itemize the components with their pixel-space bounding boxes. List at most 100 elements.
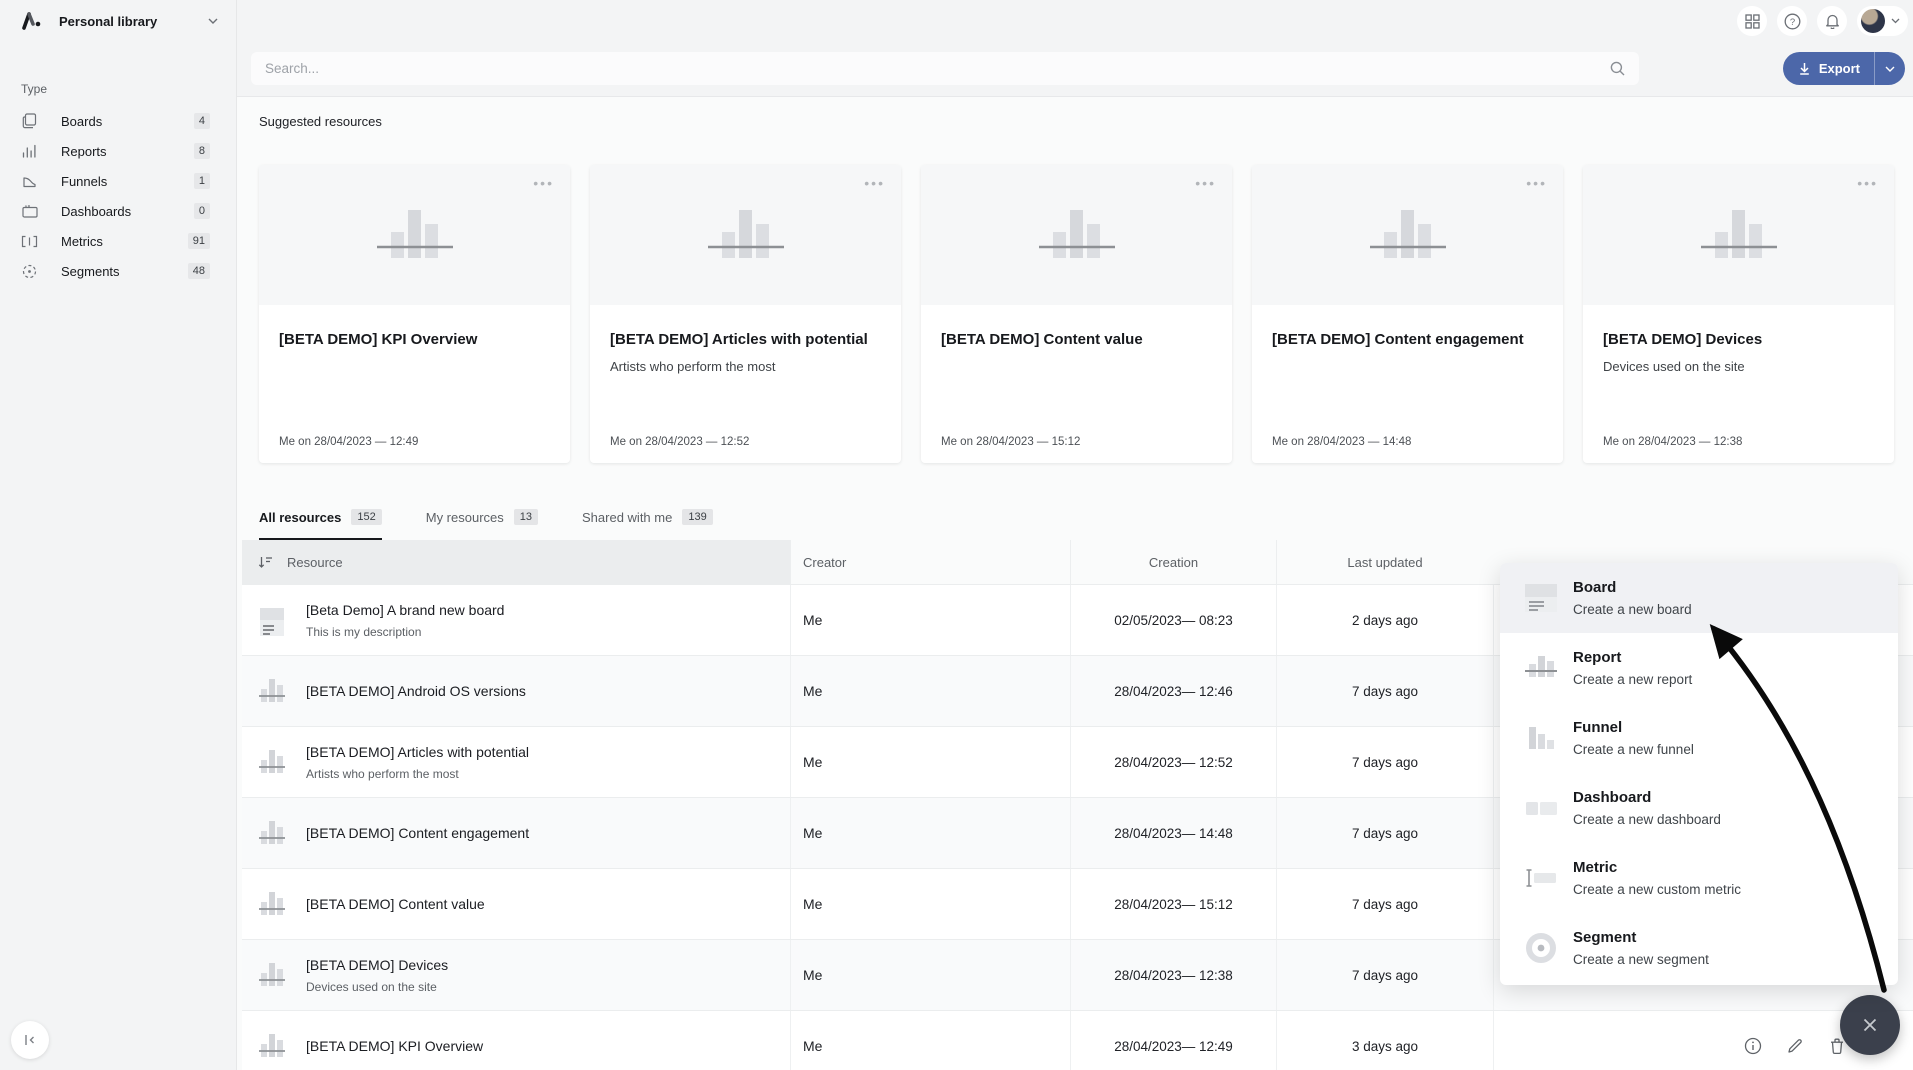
sidebar-item-funnels[interactable]: Funnels 1 — [0, 166, 236, 196]
row-title: [Beta Demo] A brand new board — [306, 602, 504, 618]
menu-item-label: Segment — [1573, 929, 1709, 946]
cell-creation: 28/04/2023— 12:46 — [1070, 656, 1276, 726]
sidebar-item-label: Metrics — [61, 234, 103, 249]
tab-label: My resources — [426, 510, 504, 525]
sidebar-item-label: Reports — [61, 144, 107, 159]
sidebar-item-segments[interactable]: Segments 48 — [0, 256, 236, 286]
sidebar-item-count: 1 — [194, 173, 210, 189]
sidebar-item-reports[interactable]: Reports 8 — [0, 136, 236, 166]
reports-icon — [21, 143, 38, 160]
card-menu-button[interactable]: ••• — [1857, 179, 1878, 187]
create-resource-menu: Board Create a new board Report Create a… — [1500, 563, 1898, 985]
menu-item-board[interactable]: Board Create a new board — [1500, 563, 1898, 633]
sidebar-item-label: Funnels — [61, 174, 107, 189]
workspace-switcher[interactable]: Personal library — [0, 0, 236, 42]
menu-item-funnel[interactable]: Funnel Create a new funnel — [1500, 703, 1898, 773]
download-icon — [1799, 62, 1810, 75]
card-thumbnail: ••• — [1252, 165, 1563, 305]
card-menu-button[interactable]: ••• — [1195, 179, 1216, 187]
cell-creator: Me — [790, 656, 1070, 726]
suggested-resources-title: Suggested resources — [237, 97, 1913, 129]
edit-icon[interactable] — [1786, 1037, 1804, 1055]
report-icon — [258, 957, 286, 993]
dashboard-icon — [1522, 789, 1560, 827]
menu-item-metric[interactable]: Metric Create a new custom metric — [1500, 843, 1898, 913]
tab-count: 152 — [351, 509, 381, 525]
card-title: [BETA DEMO] Content value — [941, 331, 1212, 348]
chart-placeholder-icon — [1031, 204, 1123, 266]
cell-creation: 28/04/2023— 15:12 — [1070, 869, 1276, 939]
card-title: [BETA DEMO] Content engagement — [1272, 331, 1543, 348]
cell-last-updated: 3 days ago — [1276, 1011, 1493, 1070]
cell-creation: 02/05/2023— 08:23 — [1070, 585, 1276, 655]
resource-card[interactable]: ••• [BETA DEMO] KPI Overview Me on 28/04… — [259, 165, 570, 463]
menu-item-label: Dashboard — [1573, 789, 1721, 806]
cell-creation: 28/04/2023— 14:48 — [1070, 798, 1276, 868]
sidebar-item-dashboards[interactable]: Dashboards 0 — [0, 196, 236, 226]
cell-creator: Me — [790, 869, 1070, 939]
sidebar-collapse-button[interactable] — [11, 1021, 49, 1059]
sidebar-item-metrics[interactable]: Metrics 91 — [0, 226, 236, 256]
resource-tabs: All resources 152 My resources 13 Shared… — [259, 509, 1913, 540]
column-label: Creation — [1149, 555, 1198, 570]
card-description: Artists who perform the most — [610, 359, 881, 374]
search-input[interactable] — [265, 61, 1610, 76]
menu-item-description: Create a new dashboard — [1573, 812, 1721, 827]
card-menu-button[interactable]: ••• — [864, 179, 885, 187]
cell-last-updated: 2 days ago — [1276, 585, 1493, 655]
table-row[interactable]: [BETA DEMO] KPI Overview Me 28/04/2023— … — [242, 1010, 1913, 1070]
card-thumbnail: ••• — [921, 165, 1232, 305]
dashboards-icon — [21, 203, 38, 220]
report-icon — [258, 744, 286, 780]
tab-shared-with-me[interactable]: Shared with me 139 — [582, 509, 713, 540]
board-icon — [1522, 579, 1560, 617]
sidebar-item-label: Dashboards — [61, 204, 131, 219]
row-title: [BETA DEMO] Devices — [306, 957, 448, 973]
card-meta: Me on 28/04/2023 — 12:49 — [279, 436, 418, 448]
row-title: [BETA DEMO] Content value — [306, 896, 485, 912]
sidebar-item-count: 91 — [188, 233, 210, 249]
report-icon — [258, 815, 286, 851]
column-header-creator[interactable]: Creator — [790, 540, 1070, 584]
cell-creator: Me — [790, 940, 1070, 1010]
resource-card[interactable]: ••• [BETA DEMO] Devices Devices used on … — [1583, 165, 1894, 463]
resource-card[interactable]: ••• [BETA DEMO] Content value Me on 28/0… — [921, 165, 1232, 463]
cell-creator: Me — [790, 1011, 1070, 1070]
export-dropdown-button[interactable] — [1875, 66, 1905, 72]
column-header-creation[interactable]: Creation — [1070, 540, 1276, 584]
menu-item-dashboard[interactable]: Dashboard Create a new dashboard — [1500, 773, 1898, 843]
close-menu-fab[interactable] — [1840, 995, 1900, 1055]
cell-last-updated: 7 days ago — [1276, 940, 1493, 1010]
menu-item-report[interactable]: Report Create a new report — [1500, 633, 1898, 703]
tab-all-resources[interactable]: All resources 152 — [259, 509, 382, 540]
cell-creation: 28/04/2023— 12:49 — [1070, 1011, 1276, 1070]
column-header-last-updated[interactable]: Last updated — [1276, 540, 1493, 584]
card-meta: Me on 28/04/2023 — 15:12 — [941, 436, 1080, 448]
resource-card[interactable]: ••• [BETA DEMO] Articles with potential … — [590, 165, 901, 463]
tab-my-resources[interactable]: My resources 13 — [426, 509, 538, 540]
column-header-resource[interactable]: Resource — [242, 540, 790, 584]
metric-icon — [1522, 859, 1560, 897]
info-icon[interactable] — [1744, 1037, 1762, 1055]
sidebar-item-boards[interactable]: Boards 4 — [0, 106, 236, 136]
search-bar[interactable] — [251, 52, 1639, 85]
sidebar-section-title: Type — [0, 42, 236, 106]
cell-last-updated: 7 days ago — [1276, 798, 1493, 868]
card-menu-button[interactable]: ••• — [1526, 179, 1547, 187]
resource-card[interactable]: ••• [BETA DEMO] Content engagement Me on… — [1252, 165, 1563, 463]
row-description: This is my description — [306, 625, 504, 639]
suggested-cards: ••• [BETA DEMO] KPI Overview Me on 28/04… — [259, 165, 1913, 463]
cell-creator: Me — [790, 727, 1070, 797]
report-icon — [258, 886, 286, 922]
menu-item-segment[interactable]: Segment Create a new segment — [1500, 913, 1898, 983]
chart-placeholder-icon — [1693, 204, 1785, 266]
export-button[interactable]: Export — [1783, 61, 1874, 76]
card-thumbnail: ••• — [1583, 165, 1894, 305]
menu-item-label: Funnel — [1573, 719, 1694, 736]
card-menu-button[interactable]: ••• — [533, 179, 554, 187]
card-thumbnail: ••• — [259, 165, 570, 305]
card-meta: Me on 28/04/2023 — 12:38 — [1603, 436, 1742, 448]
cell-creator: Me — [790, 798, 1070, 868]
card-meta: Me on 28/04/2023 — 14:48 — [1272, 436, 1411, 448]
board-icon — [258, 602, 286, 638]
